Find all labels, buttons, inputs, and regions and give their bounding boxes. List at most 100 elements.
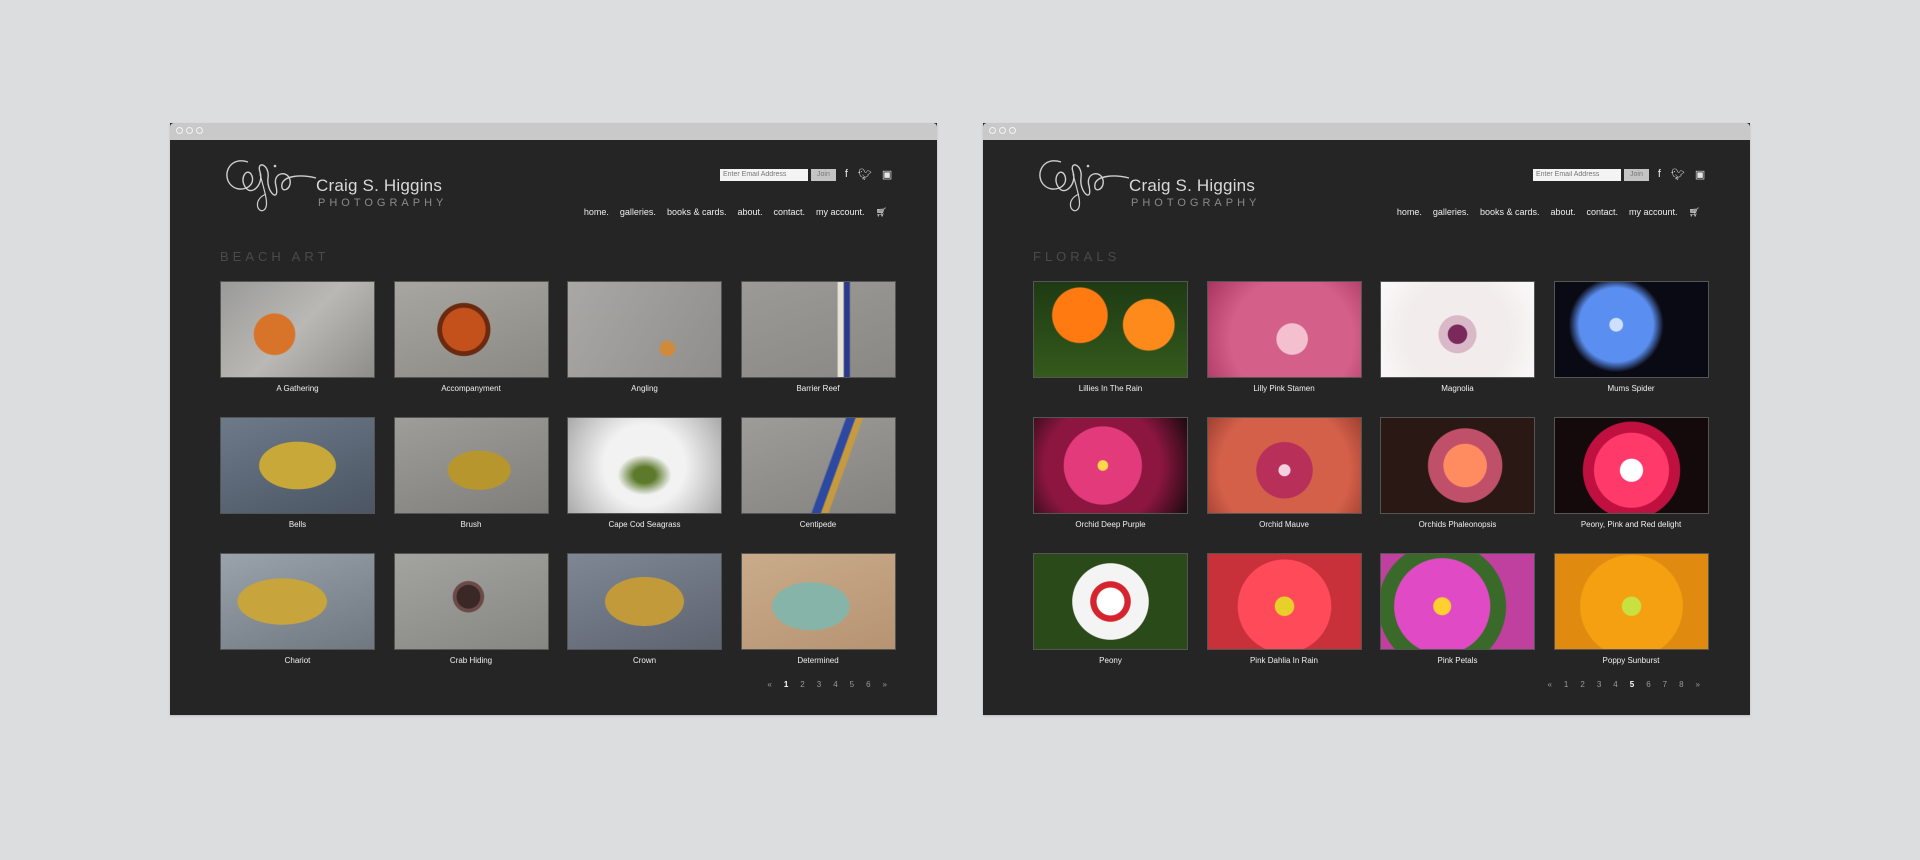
- window-minimize-button[interactable]: [999, 127, 1006, 134]
- nav-books-cards[interactable]: books & cards.: [1480, 207, 1540, 218]
- join-button[interactable]: Join: [1624, 168, 1649, 181]
- nav-home[interactable]: home.: [584, 207, 609, 218]
- thumbnail-image[interactable]: [567, 553, 722, 650]
- gallery-item[interactable]: Lillies In The Rain: [1033, 281, 1188, 393]
- window-minimize-button[interactable]: [186, 127, 193, 134]
- thumbnail-image[interactable]: [1206, 417, 1362, 514]
- pagination-next[interactable]: »: [883, 680, 887, 689]
- join-button[interactable]: Join: [811, 168, 836, 181]
- nav-books-cards[interactable]: books & cards.: [667, 207, 727, 218]
- pagination-prev[interactable]: «: [1547, 680, 1551, 689]
- gallery-item[interactable]: Accompanyment: [393, 281, 549, 393]
- pagination-page[interactable]: 7: [1663, 680, 1667, 689]
- thumbnail-image[interactable]: [740, 417, 896, 514]
- email-input[interactable]: [1533, 168, 1621, 181]
- thumbnail-caption[interactable]: Peony, Pink and Red delight: [1554, 520, 1709, 529]
- nav-contact[interactable]: contact.: [1587, 207, 1619, 218]
- window-close-button[interactable]: [176, 127, 183, 134]
- thumbnail-caption[interactable]: Crown: [567, 656, 722, 665]
- thumbnail-caption[interactable]: Mums Spider: [1554, 384, 1709, 393]
- thumbnail-caption[interactable]: Cape Cod Seagrass: [567, 520, 722, 529]
- pagination-page[interactable]: 1: [1564, 680, 1568, 689]
- thumbnail-image[interactable]: [1206, 281, 1362, 378]
- thumbnail-image[interactable]: [1380, 417, 1535, 514]
- thumbnail-image[interactable]: [1033, 281, 1188, 378]
- thumbnail-caption[interactable]: Peony: [1033, 656, 1188, 665]
- thumbnail-image[interactable]: [393, 553, 549, 650]
- gallery-item[interactable]: Orchids Phaleonopsis: [1380, 417, 1535, 529]
- twitter-icon[interactable]: 🐦︎: [858, 168, 872, 181]
- gallery-item[interactable]: Lilly Pink Stamen: [1206, 281, 1362, 393]
- thumbnail-caption[interactable]: Bells: [220, 520, 375, 529]
- thumbnail-image[interactable]: [220, 417, 375, 514]
- gallery-item[interactable]: Peony, Pink and Red delight: [1553, 417, 1709, 529]
- email-input[interactable]: [720, 168, 808, 181]
- instagram-icon[interactable]: ▣: [882, 168, 892, 181]
- nav-galleries[interactable]: galleries.: [620, 207, 656, 218]
- thumbnail-image[interactable]: [393, 281, 549, 378]
- pagination-page[interactable]: 2: [1580, 680, 1584, 689]
- thumbnail-caption[interactable]: Accompanyment: [394, 384, 549, 393]
- thumbnail-image[interactable]: [567, 281, 722, 378]
- pagination-page[interactable]: 6: [866, 680, 870, 689]
- gallery-item[interactable]: Mums Spider: [1553, 281, 1709, 393]
- thumbnail-caption[interactable]: Magnolia: [1380, 384, 1535, 393]
- thumbnail-caption[interactable]: Pink Dahlia In Rain: [1207, 656, 1362, 665]
- thumbnail-caption[interactable]: Barrier Reef: [741, 384, 896, 393]
- pagination-page[interactable]: 2: [800, 680, 804, 689]
- pagination-prev[interactable]: «: [767, 680, 771, 689]
- pagination-page[interactable]: 6: [1646, 680, 1650, 689]
- gallery-item[interactable]: Centipede: [740, 417, 896, 529]
- window-maximize-button[interactable]: [196, 127, 203, 134]
- thumbnail-caption[interactable]: Lilly Pink Stamen: [1207, 384, 1362, 393]
- gallery-item[interactable]: Chariot: [220, 553, 375, 665]
- nav-galleries[interactable]: galleries.: [1433, 207, 1469, 218]
- thumbnail-caption[interactable]: A Gathering: [220, 384, 375, 393]
- gallery-item[interactable]: Pink Dahlia In Rain: [1206, 553, 1362, 665]
- pagination-next[interactable]: »: [1696, 680, 1700, 689]
- facebook-icon[interactable]: f: [1658, 168, 1661, 181]
- gallery-item[interactable]: Determined: [740, 553, 896, 665]
- thumbnail-caption[interactable]: Pink Petals: [1380, 656, 1535, 665]
- nav-about[interactable]: about.: [1550, 207, 1575, 218]
- gallery-item[interactable]: Crab Hiding: [393, 553, 549, 665]
- thumbnail-image[interactable]: [220, 553, 375, 650]
- thumbnail-image[interactable]: [1553, 417, 1709, 514]
- site-logo[interactable]: Craig S. Higgins PHOTOGRAPHY: [1033, 144, 1263, 216]
- gallery-item[interactable]: Barrier Reef: [740, 281, 896, 393]
- window-maximize-button[interactable]: [1009, 127, 1016, 134]
- gallery-item[interactable]: Pink Petals: [1380, 553, 1535, 665]
- pagination-page[interactable]: 8: [1679, 680, 1683, 689]
- thumbnail-image[interactable]: [1033, 417, 1188, 514]
- gallery-item[interactable]: A Gathering: [220, 281, 375, 393]
- nav-contact[interactable]: contact.: [774, 207, 806, 218]
- nav-about[interactable]: about.: [737, 207, 762, 218]
- thumbnail-image[interactable]: [740, 281, 896, 378]
- cart-icon[interactable]: 🛒︎: [1689, 207, 1700, 218]
- nav-my-account[interactable]: my account.: [1629, 207, 1678, 218]
- twitter-icon[interactable]: 🐦︎: [1671, 168, 1685, 181]
- thumbnail-image[interactable]: [1033, 553, 1188, 650]
- gallery-item[interactable]: Crown: [567, 553, 722, 665]
- facebook-icon[interactable]: f: [845, 168, 848, 181]
- gallery-item[interactable]: Poppy Sunburst: [1553, 553, 1709, 665]
- thumbnail-image[interactable]: [393, 417, 549, 514]
- pagination-page[interactable]: 1: [784, 680, 788, 689]
- pagination-page[interactable]: 5: [1630, 680, 1634, 689]
- gallery-item[interactable]: Cape Cod Seagrass: [567, 417, 722, 529]
- thumbnail-caption[interactable]: Orchid Deep Purple: [1033, 520, 1188, 529]
- nav-home[interactable]: home.: [1397, 207, 1422, 218]
- thumbnail-image[interactable]: [567, 417, 722, 514]
- thumbnail-caption[interactable]: Determined: [741, 656, 896, 665]
- window-close-button[interactable]: [989, 127, 996, 134]
- gallery-item[interactable]: Magnolia: [1380, 281, 1535, 393]
- nav-my-account[interactable]: my account.: [816, 207, 865, 218]
- thumbnail-caption[interactable]: Lillies In The Rain: [1033, 384, 1188, 393]
- thumbnail-caption[interactable]: Brush: [394, 520, 549, 529]
- pagination-page[interactable]: 3: [1597, 680, 1601, 689]
- pagination-page[interactable]: 5: [850, 680, 854, 689]
- gallery-item[interactable]: Orchid Mauve: [1206, 417, 1362, 529]
- thumbnail-caption[interactable]: Angling: [567, 384, 722, 393]
- thumbnail-image[interactable]: [1553, 281, 1709, 378]
- site-logo[interactable]: Craig S. Higgins PHOTOGRAPHY: [220, 144, 450, 216]
